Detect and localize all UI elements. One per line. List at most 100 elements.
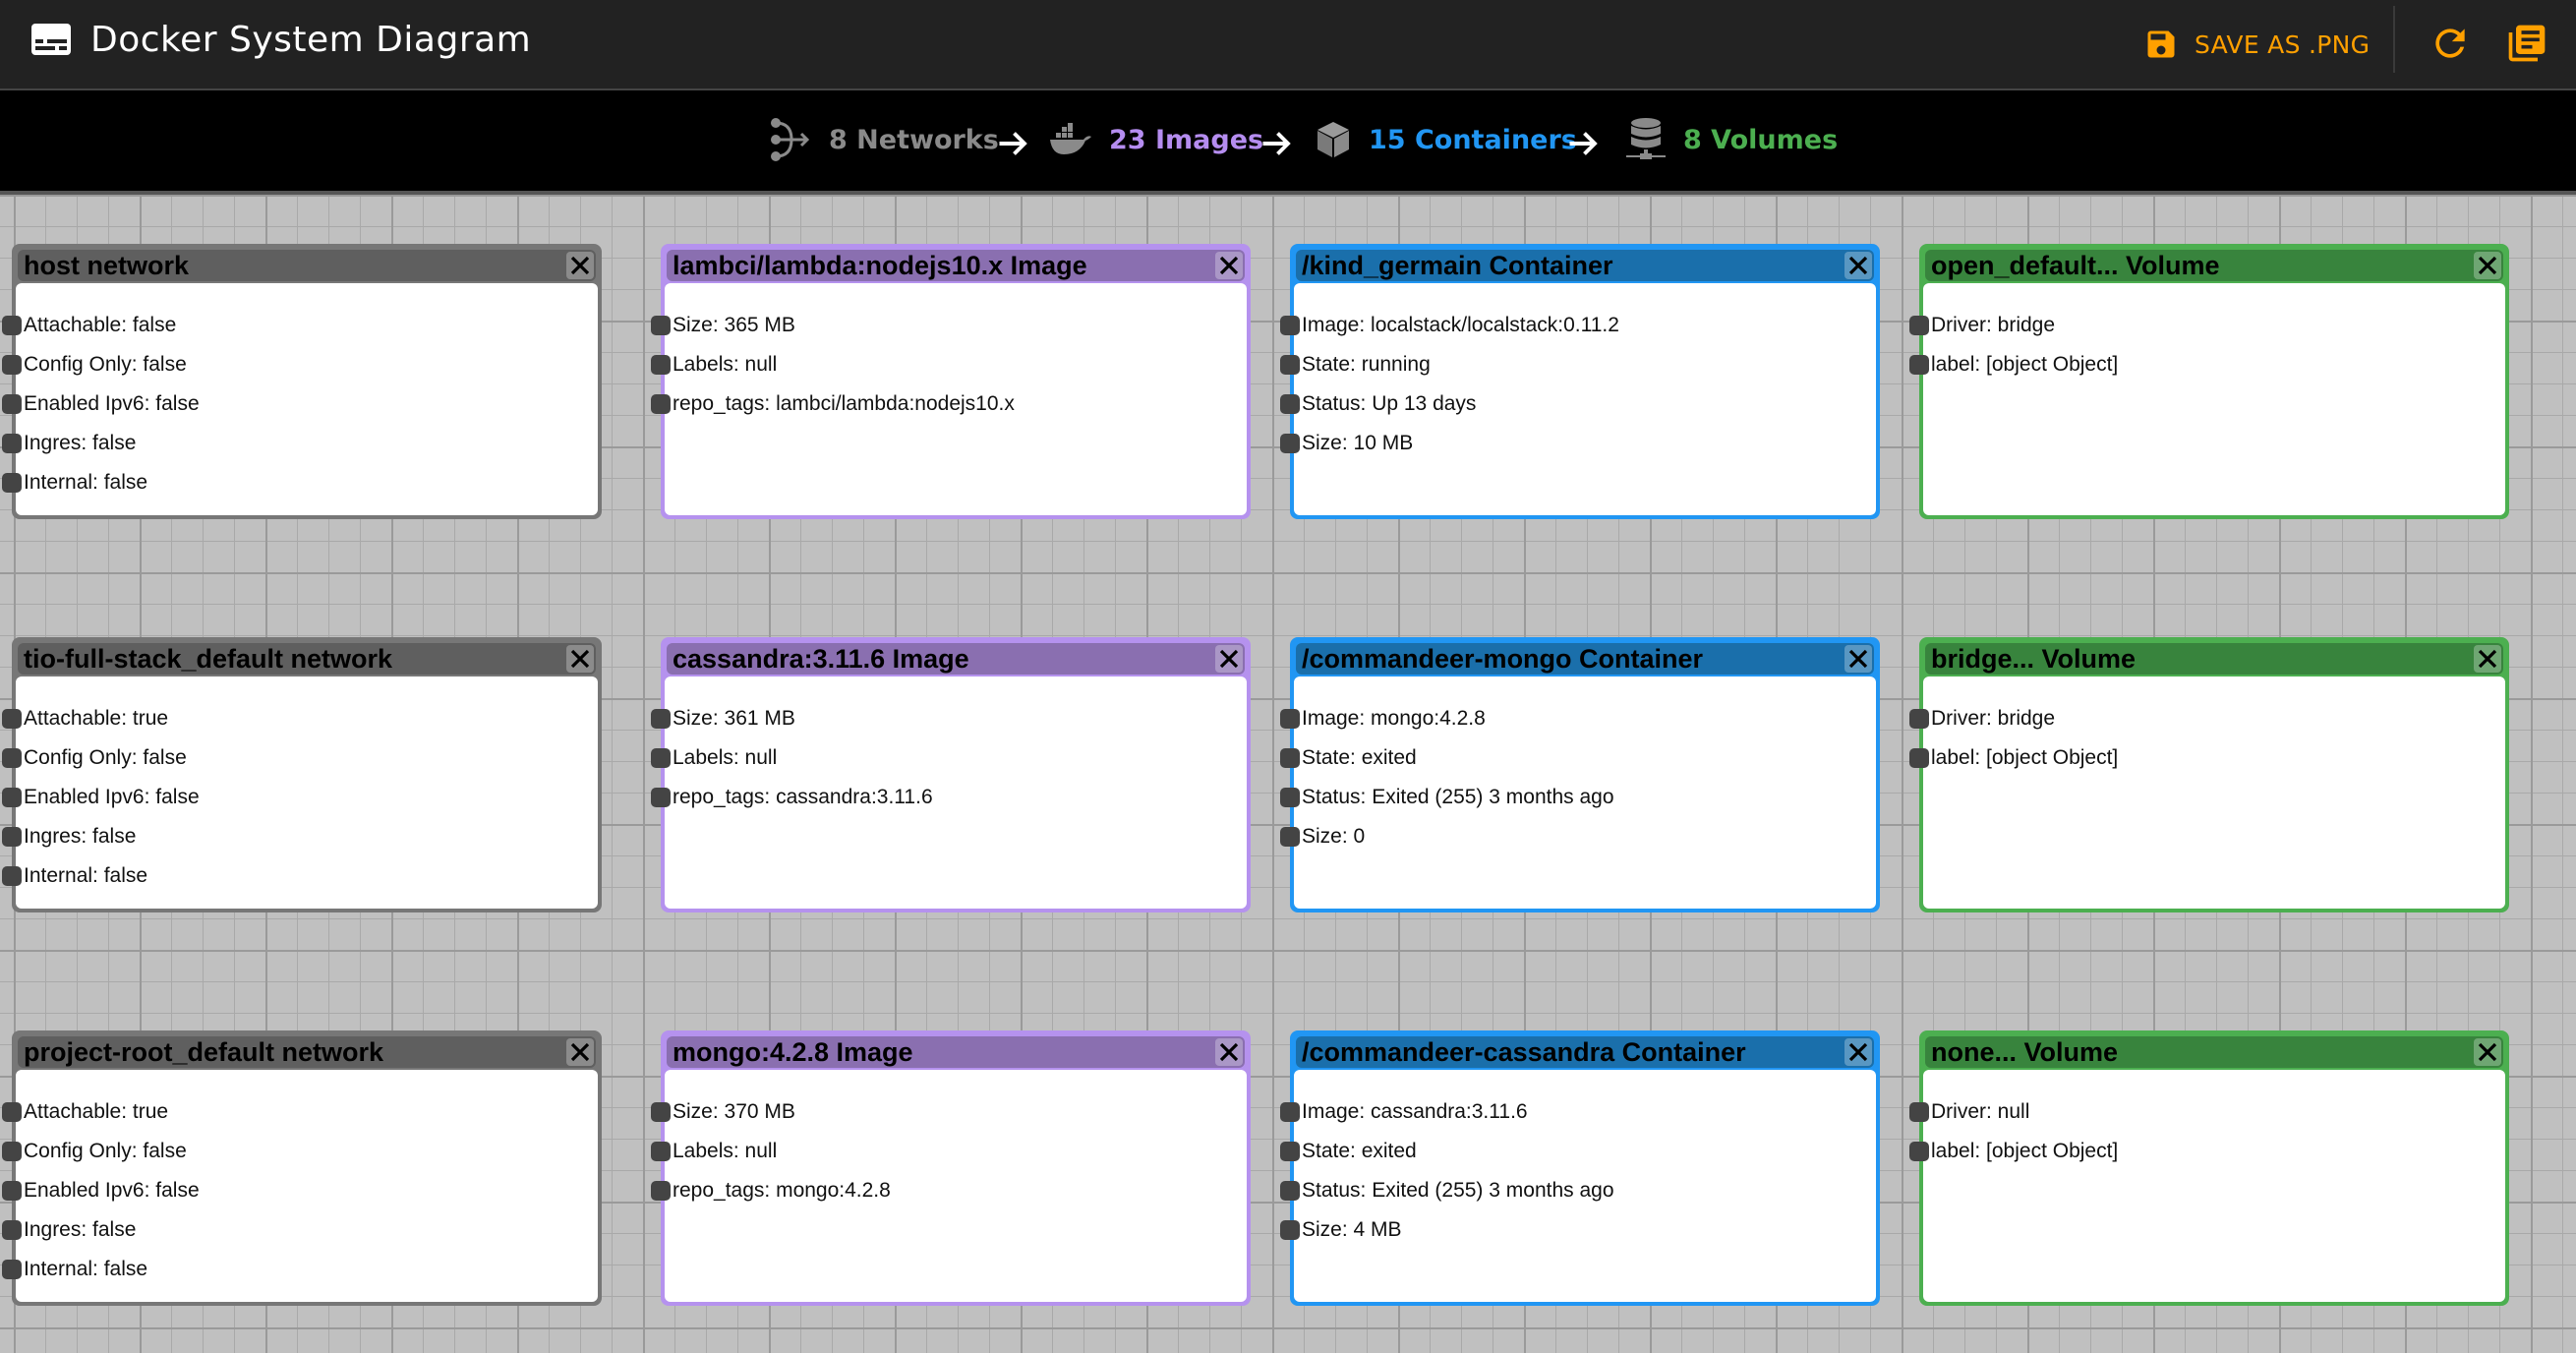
app-bar: Docker System Diagram SAVE AS .PNG: [0, 0, 2576, 88]
network-card[interactable]: tio-full-stack_default network Attachable…: [2, 637, 602, 912]
connection-port[interactable]: [2, 788, 22, 807]
connection-port[interactable]: [651, 1181, 671, 1201]
volume-card[interactable]: open_default... Volume Driver: bridge labe…: [1909, 244, 2509, 519]
connection-port[interactable]: [1280, 1220, 1300, 1240]
toolbar-divider: [2393, 6, 2395, 73]
connection-port[interactable]: [2, 709, 22, 729]
card-title: none... Volume: [1931, 1036, 2119, 1067]
connection-port[interactable]: [651, 1142, 671, 1161]
connection-port[interactable]: [1280, 709, 1300, 729]
image-card[interactable]: lambci/lambda:nodejs10.x Image Size: 365 …: [651, 244, 1251, 519]
card-header[interactable]: host network: [18, 250, 596, 281]
card-header[interactable]: cassandra:3.11.6 Image: [667, 643, 1245, 675]
connection-port[interactable]: [1280, 434, 1300, 453]
connection-port[interactable]: [2, 316, 22, 335]
card-header[interactable]: open_default... Volume: [1925, 250, 2503, 281]
field-text: Size: 370 MB: [673, 1100, 795, 1123]
stat-volumes[interactable]: 8 Volumes: [1626, 110, 1838, 169]
connection-port[interactable]: [2, 1102, 22, 1122]
connection-port[interactable]: [1280, 748, 1300, 768]
connection-port[interactable]: [2, 394, 22, 414]
network-card[interactable]: project-root_default network Attachable: …: [2, 1030, 602, 1306]
container-card[interactable]: /kind_germain Container Image: localstack…: [1280, 244, 1880, 519]
card-header[interactable]: project-root_default network: [18, 1036, 596, 1068]
connection-port[interactable]: [2, 1181, 22, 1201]
connection-port[interactable]: [2, 434, 22, 453]
close-card-button[interactable]: [2474, 1038, 2501, 1066]
volume-card[interactable]: none... Volume Driver: null label: [object…: [1909, 1030, 2509, 1306]
connection-port[interactable]: [2, 866, 22, 886]
connection-port[interactable]: [1280, 355, 1300, 375]
close-card-button[interactable]: [566, 1038, 594, 1066]
stat-networks[interactable]: 8 Networks: [770, 110, 999, 169]
library-button[interactable]: [2505, 22, 2548, 65]
card-header[interactable]: mongo:4.2.8 Image: [667, 1036, 1245, 1068]
card-header[interactable]: bridge... Volume: [1925, 643, 2503, 675]
field-text: label: [object Object]: [1931, 1140, 2119, 1162]
volume-card[interactable]: bridge... Volume Driver: bridge label: [ob…: [1909, 637, 2509, 912]
image-card[interactable]: cassandra:3.11.6 Image Size: 361 MB Labels…: [651, 637, 1251, 912]
container-card[interactable]: /commandeer-mongo Container Image: mongo:…: [1280, 637, 1880, 912]
connection-port[interactable]: [1280, 1181, 1300, 1201]
close-card-button[interactable]: [1844, 645, 1872, 673]
connection-port[interactable]: [2, 355, 22, 375]
card-header[interactable]: lambci/lambda:nodejs10.x Image: [667, 250, 1245, 281]
connection-port[interactable]: [651, 316, 671, 335]
connection-port[interactable]: [2, 1260, 22, 1279]
connection-port[interactable]: [1909, 316, 1929, 335]
connection-port[interactable]: [1280, 316, 1300, 335]
close-card-button[interactable]: [2474, 645, 2501, 673]
connection-port[interactable]: [2, 748, 22, 768]
close-card-button[interactable]: [1215, 252, 1243, 279]
save-as-png-button[interactable]: SAVE AS .PNG: [2143, 20, 2370, 69]
connection-port[interactable]: [1280, 1102, 1300, 1122]
connection-port[interactable]: [651, 355, 671, 375]
close-card-button[interactable]: [566, 252, 594, 279]
card-header[interactable]: /commandeer-cassandra Container: [1296, 1036, 1874, 1068]
connection-port[interactable]: [1280, 827, 1300, 847]
connection-port[interactable]: [1909, 1142, 1929, 1161]
connection-port[interactable]: [1280, 1142, 1300, 1161]
connection-port[interactable]: [2, 1220, 22, 1240]
field-text: Config Only: false: [24, 353, 187, 376]
close-icon: [1848, 649, 1868, 669]
connection-port[interactable]: [2, 473, 22, 493]
field-text: label: [object Object]: [1931, 746, 2119, 769]
field-text: Internal: false: [24, 1258, 148, 1280]
image-card[interactable]: mongo:4.2.8 Image Size: 370 MB Labels: nul…: [651, 1030, 1251, 1306]
connection-port[interactable]: [2, 1142, 22, 1161]
refresh-button[interactable]: [2429, 22, 2472, 65]
connection-port[interactable]: [1280, 394, 1300, 414]
stat-images[interactable]: 23 Images: [1048, 110, 1263, 169]
field-text: Attachable: true: [24, 1100, 169, 1123]
field-text: repo_tags: mongo:4.2.8: [673, 1179, 891, 1202]
connection-port[interactable]: [2, 827, 22, 847]
save-icon: [2147, 30, 2175, 58]
connection-port[interactable]: [651, 1102, 671, 1122]
close-card-button[interactable]: [1215, 645, 1243, 673]
card-header[interactable]: tio-full-stack_default network: [18, 643, 596, 675]
connection-port[interactable]: [1909, 1102, 1929, 1122]
connection-port[interactable]: [651, 788, 671, 807]
connection-port[interactable]: [651, 709, 671, 729]
connection-port[interactable]: [1909, 709, 1929, 729]
close-card-button[interactable]: [1844, 1038, 1872, 1066]
card-header[interactable]: /kind_germain Container: [1296, 250, 1874, 281]
card-header[interactable]: none... Volume: [1925, 1036, 2503, 1068]
field-text: Enabled Ipv6: false: [24, 392, 200, 415]
stat-containers[interactable]: 15 Containers: [1316, 110, 1577, 169]
close-card-button[interactable]: [566, 645, 594, 673]
container-card[interactable]: /commandeer-cassandra Container Image: ca…: [1280, 1030, 1880, 1306]
network-card[interactable]: host network Attachable: false Config Only…: [2, 244, 602, 519]
card-header[interactable]: /commandeer-mongo Container: [1296, 643, 1874, 675]
close-card-button[interactable]: [2474, 252, 2501, 279]
connection-port[interactable]: [651, 394, 671, 414]
close-card-button[interactable]: [1844, 252, 1872, 279]
diagram-canvas[interactable]: host network Attachable: false Config Only…: [0, 195, 2576, 1353]
connection-port[interactable]: [1909, 748, 1929, 768]
connection-port[interactable]: [651, 748, 671, 768]
connection-port[interactable]: [1280, 788, 1300, 807]
close-icon: [1848, 1042, 1868, 1062]
close-card-button[interactable]: [1215, 1038, 1243, 1066]
connection-port[interactable]: [1909, 355, 1929, 375]
